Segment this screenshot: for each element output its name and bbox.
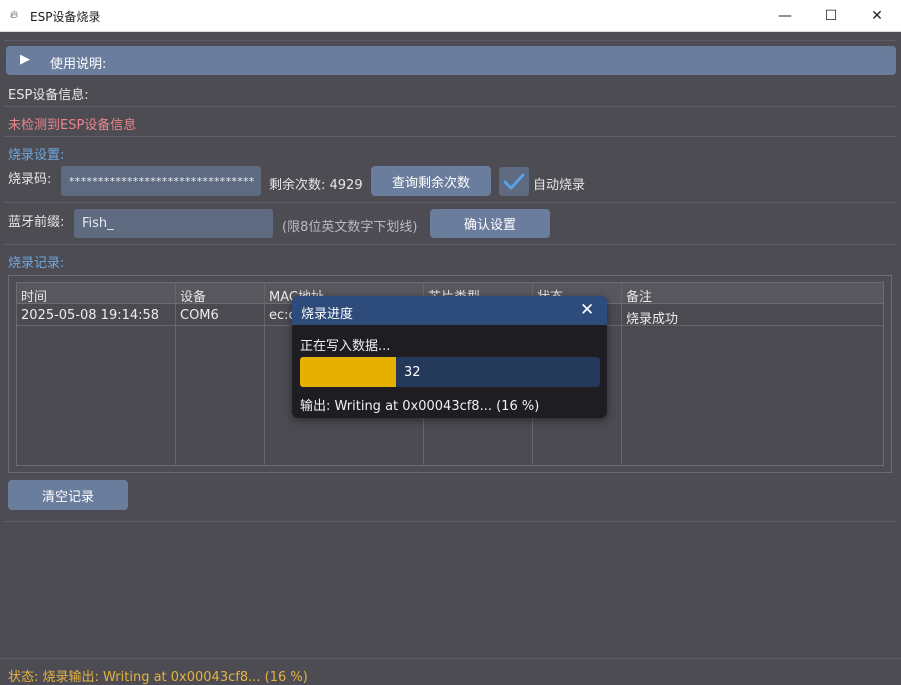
expand-arrow-icon: ▶ [20, 52, 30, 67]
column-header-device[interactable]: 设备 [180, 286, 206, 305]
instructions-toggle[interactable]: ▶ 使用说明: [6, 46, 896, 75]
close-button[interactable]: ✕ [854, 0, 900, 32]
bt-prefix-hint: (限8位英文数字下划线) [282, 220, 418, 235]
confirm-settings-button[interactable]: 确认设置 [430, 209, 550, 238]
maximize-button[interactable]: ☐ [808, 0, 854, 32]
device-info-status: 未检测到ESP设备信息 [8, 118, 137, 133]
status-bar: 状态: 烧录输出: Writing at 0x00043cf8... (16 %… [0, 658, 901, 685]
records-heading: 烧录记录: [8, 256, 65, 271]
device-info-heading: ESP设备信息: [8, 88, 89, 103]
bt-prefix-label: 蓝牙前缀: [8, 215, 65, 230]
dialog-message: 正在写入数据... [300, 339, 391, 354]
window-title: ESP设备烧录 [30, 10, 101, 24]
dialog-title: 烧录进度 [301, 307, 354, 322]
divider [4, 136, 897, 137]
dialog-header: 烧录进度 ✕ [292, 296, 607, 325]
instructions-label: 使用说明: [50, 57, 107, 72]
clear-records-button[interactable]: 清空记录 [8, 480, 128, 510]
divider [4, 521, 897, 522]
progress-dialog: 烧录进度 ✕ 正在写入数据... 32 输出: Writing at 0x000… [292, 296, 607, 418]
burn-code-label: 烧录码: [8, 172, 52, 187]
column-header-note[interactable]: 备注 [626, 286, 652, 305]
query-remaining-button[interactable]: 查询剩余次数 [371, 166, 491, 196]
column-divider [175, 283, 176, 465]
top-divider [4, 40, 897, 41]
cell-device: COM6 [180, 308, 219, 323]
progress-bar: 32 [300, 357, 600, 387]
divider [4, 202, 897, 203]
bt-prefix-input[interactable]: Fish_ [74, 209, 273, 238]
burn-code-field[interactable]: ******************************** [61, 166, 261, 196]
remaining-count: 剩余次数: 4929 [269, 178, 363, 193]
dialog-output: 输出: Writing at 0x00043cf8... (16 %) [300, 399, 540, 414]
auto-burn-checkbox[interactable] [499, 167, 529, 196]
progress-value: 32 [404, 365, 421, 380]
window-titlebar: 🔥︎ ESP设备烧录 — ☐ ✕ [0, 0, 901, 32]
minimize-button[interactable]: — [762, 0, 808, 32]
burn-app-icon: 🔥︎ [10, 8, 19, 21]
cell-time: 2025-05-08 19:14:58 [21, 308, 160, 323]
divider [4, 244, 897, 245]
progress-fill [300, 357, 396, 387]
column-divider [264, 283, 265, 465]
burn-settings-heading: 烧录设置: [8, 148, 65, 163]
status-text: 状态: 烧录输出: Writing at 0x00043cf8... (16 %… [8, 670, 308, 685]
column-header-time[interactable]: 时间 [21, 286, 47, 305]
column-divider [621, 283, 622, 465]
auto-burn-label: 自动烧录 [533, 178, 586, 193]
divider [4, 106, 897, 107]
check-icon [503, 173, 525, 190]
dialog-close-icon[interactable]: ✕ [580, 300, 594, 320]
